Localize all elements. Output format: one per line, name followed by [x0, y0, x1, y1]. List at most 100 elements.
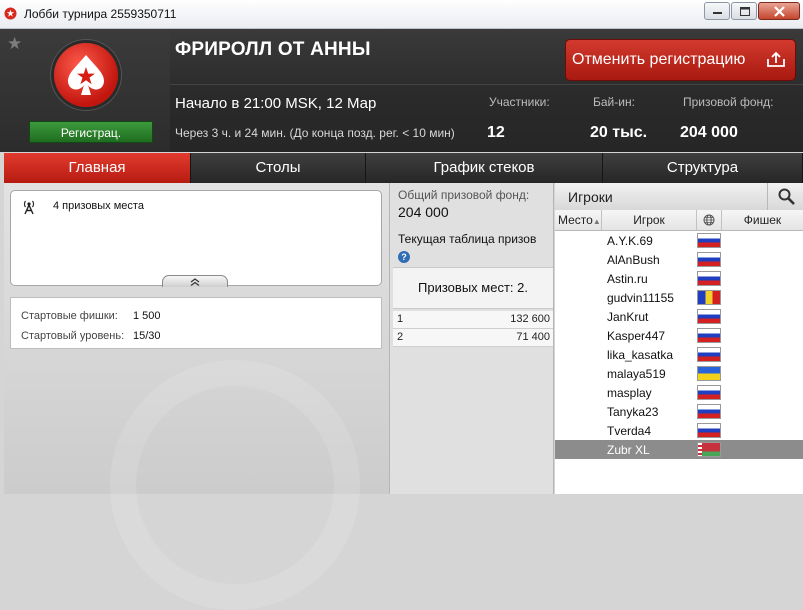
player-row[interactable]: Kasper447	[555, 326, 803, 345]
country-flag-icon	[698, 234, 720, 247]
country-flag-icon	[698, 424, 720, 437]
window-titlebar: Лобби турнира 2559350711	[0, 0, 803, 29]
player-row[interactable]: gudvin11155	[555, 288, 803, 307]
country-flag-icon	[698, 443, 720, 456]
starting-chips-label: Стартовые фишки:	[21, 310, 118, 322]
maximize-button[interactable]	[731, 2, 757, 20]
tab-structure[interactable]: Структура	[603, 153, 803, 183]
payout-table: 1 132 600 2 71 400	[393, 311, 553, 347]
starting-info-box: Стартовые фишки: 1 500 Стартовый уровень…	[10, 297, 382, 349]
player-name: masplay	[607, 386, 652, 400]
player-row[interactable]: Tanyka23	[555, 402, 803, 421]
payout-place: 2	[397, 331, 404, 343]
player-name: Zubr XL	[607, 443, 650, 457]
pokerstars-logo	[54, 43, 118, 107]
buyin-value: 20 тыс.	[590, 124, 648, 141]
entrants-value: 12	[487, 124, 505, 141]
cancel-registration-label: Отменить регистрацию	[572, 51, 746, 68]
player-row[interactable]: Astin.ru	[555, 269, 803, 288]
player-name: A.Y.K.69	[607, 234, 653, 248]
column-rank-label: Место	[558, 213, 593, 227]
tab-stack-chart[interactable]: График стеков	[366, 153, 603, 183]
close-button[interactable]	[758, 2, 800, 20]
player-row[interactable]: Zubr XL	[555, 440, 803, 459]
payout-row: 2 71 400	[393, 329, 553, 347]
sort-arrow-icon: ▲	[592, 217, 601, 226]
favorite-star-icon[interactable]: ★	[7, 35, 22, 52]
minimize-icon	[713, 12, 722, 14]
expand-handle[interactable]	[162, 275, 228, 287]
column-chips[interactable]: Фишек	[722, 210, 803, 230]
player-name: Astin.ru	[607, 272, 648, 286]
player-name: Kasper447	[607, 329, 666, 343]
minimize-button[interactable]	[704, 2, 730, 20]
player-search-button[interactable]	[767, 183, 803, 210]
starting-level-label: Стартовый уровень:	[21, 330, 125, 342]
country-flag-icon	[698, 348, 720, 361]
payout-amount: 132 600	[510, 313, 550, 325]
header-divider	[170, 84, 803, 85]
country-flag-icon	[698, 253, 720, 266]
start-time: Начало в 21:00 MSK, 12 Мар	[175, 95, 377, 112]
column-rank[interactable]: Место▲	[555, 210, 602, 230]
country-flag-icon	[698, 405, 720, 418]
players-title: Игроки	[568, 189, 613, 205]
chevron-double-up-icon	[190, 278, 200, 286]
country-flag-icon	[698, 310, 720, 323]
player-name: lika_kasatka	[607, 348, 674, 362]
players-list: A.Y.K.69 AlAnBush Astin.ru gudvin11155 JanKr…	[555, 231, 803, 459]
prize-pool-pane: Общий призовой фонд: 204 000 Текущая таб…	[389, 183, 554, 494]
column-player[interactable]: Игрок	[602, 210, 697, 230]
player-row[interactable]: AlAnBush	[555, 250, 803, 269]
header-logo-area: ★ Регистрац.	[0, 29, 170, 152]
window-title: Лобби турнира 2559350711	[24, 7, 177, 21]
total-prize-pool-label: Общий призовой фонд:	[398, 188, 530, 202]
starting-chips-value: 1 500	[133, 310, 161, 322]
player-row[interactable]: malaya519	[555, 364, 803, 383]
payout-amount: 71 400	[516, 331, 550, 343]
maximize-icon	[740, 7, 750, 16]
column-country[interactable]	[697, 210, 722, 230]
prize-places-text: 4 призовых места	[53, 200, 144, 212]
country-flag-icon	[698, 291, 720, 304]
player-row[interactable]: JanKrut	[555, 307, 803, 326]
broadcast-antenna-icon	[23, 200, 35, 215]
country-flag-icon	[698, 367, 720, 380]
unregister-exit-icon	[767, 51, 785, 67]
country-flag-icon	[698, 329, 720, 342]
search-icon	[778, 188, 795, 205]
prize-pool-label: Призовой фонд:	[683, 95, 774, 109]
player-name: Tverda4	[607, 424, 652, 438]
payout-row: 1 132 600	[393, 311, 553, 329]
player-row[interactable]: Tverda4	[555, 421, 803, 440]
paid-places-text: Призовых мест: 2.	[418, 280, 528, 295]
buyin-label: Бай-ин:	[593, 95, 635, 109]
player-row[interactable]: masplay	[555, 383, 803, 402]
country-flag-icon	[698, 386, 720, 399]
prize-places-box: 4 призовых места	[10, 190, 382, 287]
players-column-headers: Место▲ Игрок Фишек	[555, 210, 803, 231]
current-prize-table-text: Текущая таблица призов	[398, 232, 537, 246]
player-name: JanKrut	[607, 310, 649, 324]
player-row[interactable]: lika_kasatka	[555, 345, 803, 364]
tab-main[interactable]: Главная	[4, 153, 191, 183]
current-prize-table-label: Текущая таблица призов ?	[398, 231, 538, 263]
paid-places-box: Призовых мест: 2.	[393, 267, 553, 309]
tournament-header: ★ Регистрац. ФРИРОЛЛ ОТ АННЫ Отменить ре…	[0, 29, 803, 152]
player-name: gudvin11155	[607, 291, 674, 305]
pokerstars-logo-icon	[4, 7, 17, 20]
help-icon[interactable]: ?	[398, 251, 410, 263]
player-name: malaya519	[607, 367, 666, 381]
lobby-tabs: Главная Столы График стеков Структура	[4, 153, 803, 183]
tab-tables[interactable]: Столы	[191, 153, 366, 183]
player-row[interactable]: A.Y.K.69	[555, 231, 803, 250]
tournament-name: ФРИРОЛЛ ОТ АННЫ	[175, 39, 371, 60]
player-name: AlAnBush	[607, 253, 660, 267]
starting-level-value: 15/30	[133, 330, 161, 342]
payout-place: 1	[397, 313, 404, 325]
player-name: Tanyka23	[607, 405, 659, 419]
countdown-text: Через 3 ч. и 24 мин. (До конца позд. рег…	[175, 126, 455, 140]
country-flag-icon	[698, 272, 720, 285]
total-prize-pool-value: 204 000	[398, 204, 449, 220]
cancel-registration-button[interactable]: Отменить регистрацию	[565, 39, 796, 81]
